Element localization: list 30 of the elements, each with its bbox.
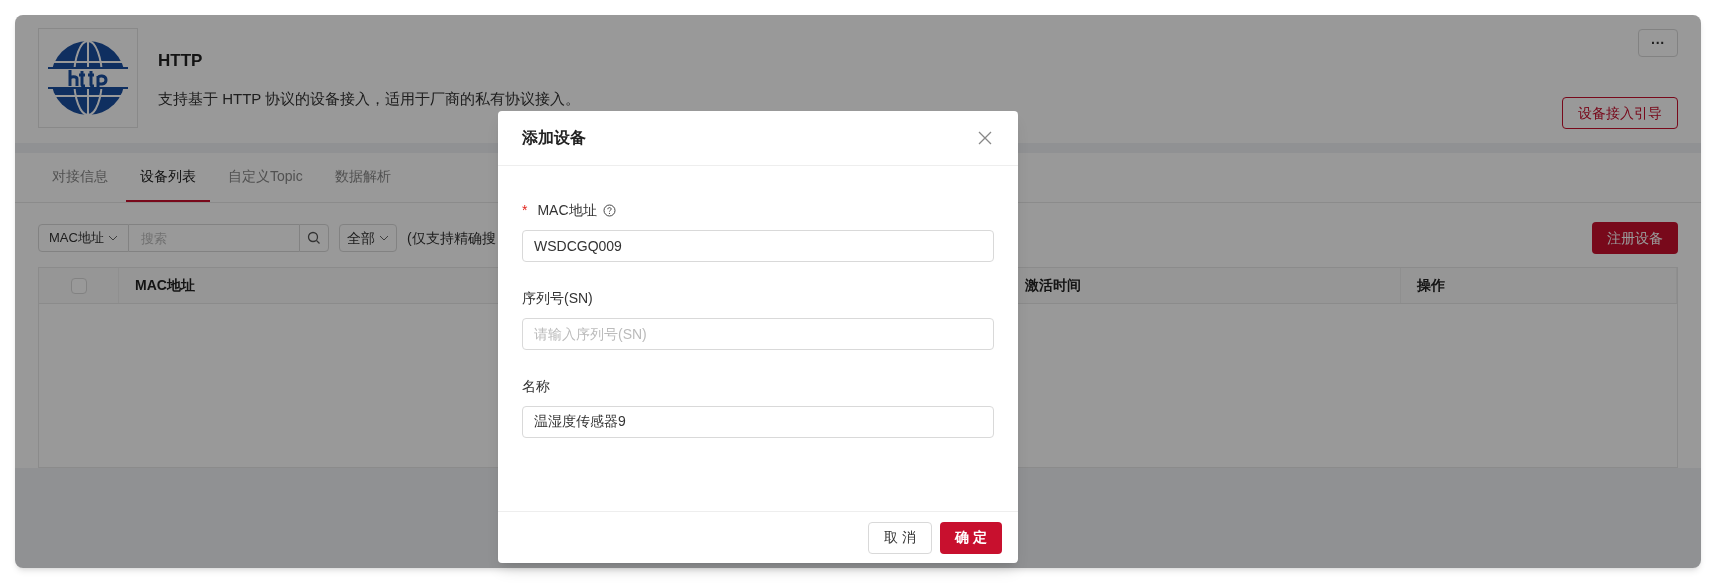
field-label: MAC地址 bbox=[537, 200, 597, 220]
confirm-button[interactable]: 确 定 bbox=[940, 521, 1002, 554]
input-field[interactable]: 请输入序列号(SN) bbox=[522, 318, 994, 350]
search-icon bbox=[306, 231, 321, 245]
column-header: MAC地址 bbox=[135, 276, 195, 295]
input-field[interactable]: WSDCGQ009 bbox=[522, 230, 994, 262]
register-button[interactable]: 注册设备 bbox=[1592, 222, 1678, 254]
cancel-button[interactable]: 取 消 bbox=[868, 521, 933, 554]
close-icon bbox=[978, 131, 992, 145]
product-description: 支持基于 HTTP 协议的设备接入，适用于厂商的私有协议接入。 bbox=[158, 88, 582, 109]
more-button[interactable]: ··· bbox=[1638, 29, 1678, 57]
input-field[interactable]: 温湿度传感器9 bbox=[522, 406, 994, 438]
column-header: 操作 bbox=[1417, 276, 1445, 295]
search-button[interactable] bbox=[298, 224, 329, 252]
chevron-down-icon bbox=[378, 233, 389, 243]
guide-button[interactable]: 设备接入引导 bbox=[1562, 97, 1678, 129]
search-hint: (仅支持精确搜 bbox=[406, 228, 496, 248]
required-mark: * bbox=[522, 200, 528, 220]
help-icon bbox=[602, 203, 616, 217]
status-filter[interactable]: 全部 bbox=[338, 224, 397, 252]
tab[interactable]: 设备列表 bbox=[126, 153, 210, 202]
product-title: HTTP bbox=[158, 50, 204, 72]
close-button[interactable] bbox=[978, 130, 994, 146]
search-type-select[interactable]: MAC地址 bbox=[38, 224, 129, 252]
field-label: 名称 bbox=[522, 376, 550, 396]
chevron-down-icon bbox=[107, 233, 118, 243]
field-label: 序列号(SN) bbox=[522, 288, 593, 308]
globe-icon bbox=[48, 38, 128, 118]
dialog-title: 添加设备 bbox=[522, 128, 586, 148]
column-header: 激活时间 bbox=[1025, 276, 1081, 295]
